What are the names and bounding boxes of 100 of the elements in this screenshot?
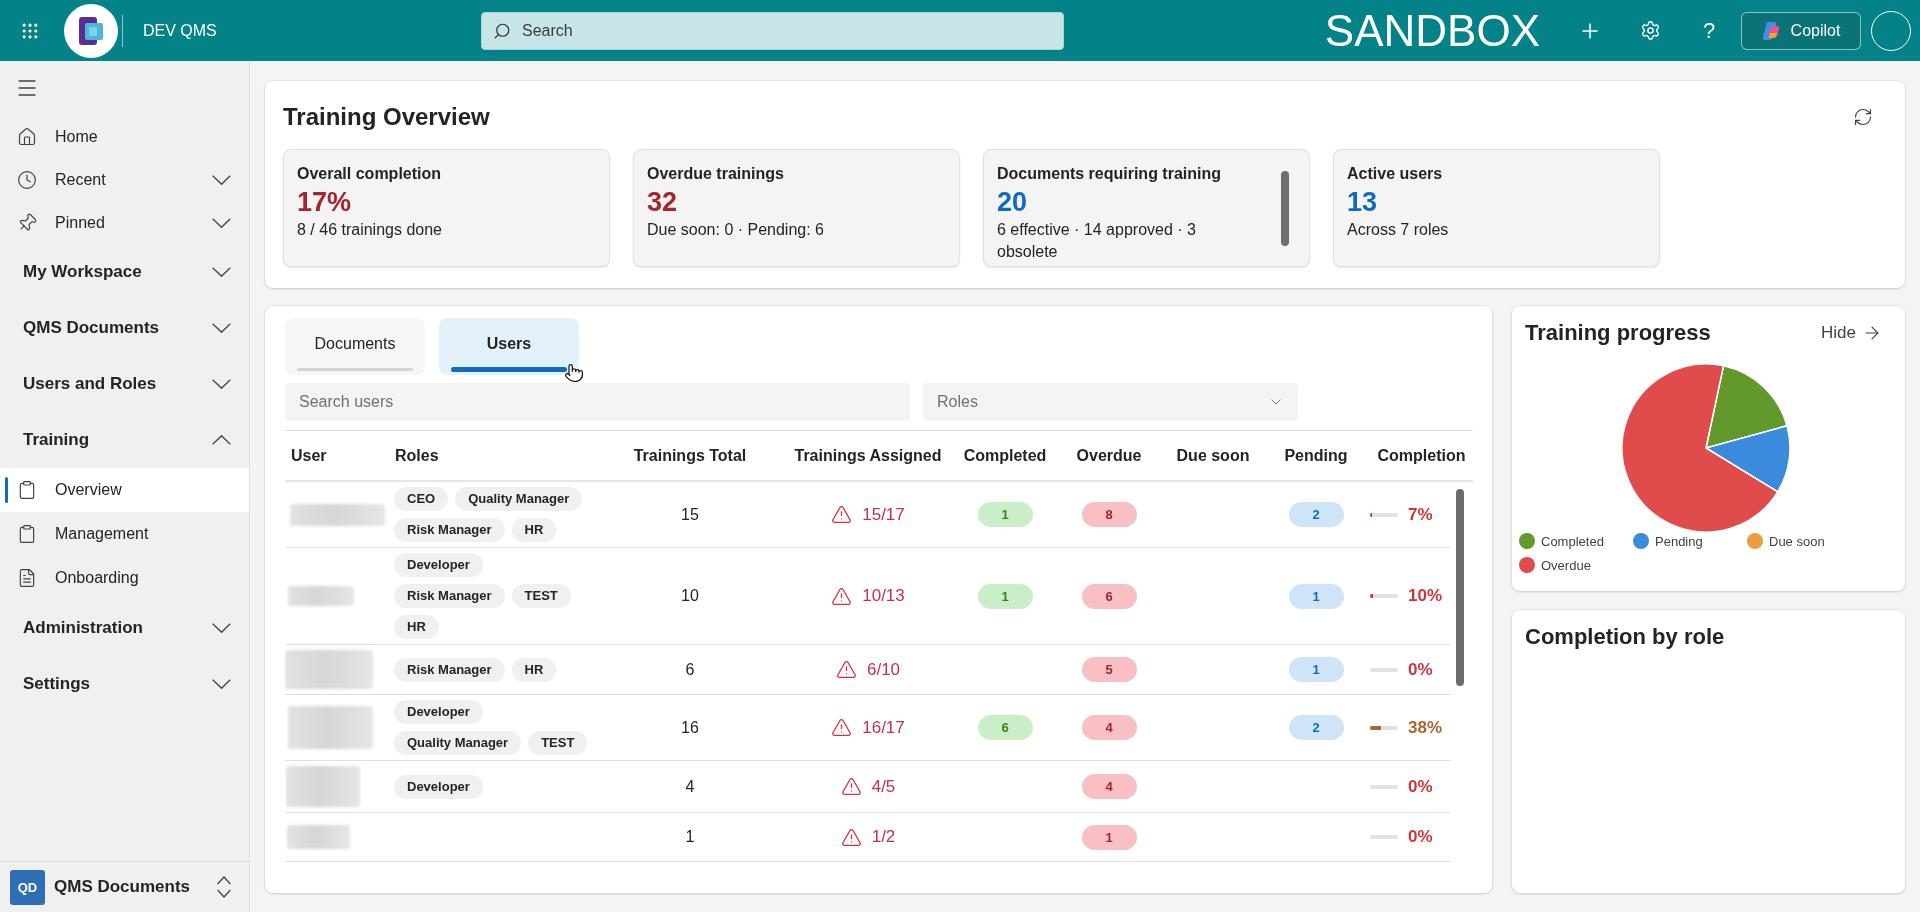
nav-item[interactable]: Onboarding [0, 556, 249, 600]
completed-count: 1 [977, 583, 1033, 609]
app-name: DEV QMS [143, 21, 217, 40]
role-tag: HR [511, 518, 557, 542]
trainings-total: 4 [685, 777, 695, 796]
legend-label: Overdue [1541, 557, 1591, 573]
role-tag: Developer [394, 774, 483, 799]
stat-value: 13 [1347, 186, 1378, 219]
trainings-total: 15 [681, 505, 699, 524]
overdue-count: 4 [1081, 715, 1137, 740]
clipboard-icon [17, 480, 37, 500]
trainings-assigned: 16/17 [862, 717, 905, 738]
copilot-button[interactable]: Copilot [1741, 11, 1861, 50]
refresh-icon [1853, 107, 1873, 127]
column-header: Roles [395, 446, 439, 465]
role-tag: CEO [394, 487, 449, 511]
search-field[interactable]: Search users [285, 383, 910, 421]
column-header: Trainings Total [633, 446, 747, 465]
settings-icon [1639, 20, 1661, 41]
completion-percent: 0% [1408, 659, 1433, 680]
overdue-count: 4 [1081, 774, 1137, 799]
overdue-count: 8 [1081, 502, 1137, 527]
roles-dropdown[interactable]: Roles [923, 383, 1298, 421]
stat-detail: Across 7 roles [1347, 220, 1449, 240]
role-tag: Developer [394, 553, 483, 577]
workspace-switcher[interactable]: QD QMS Documents [0, 861, 249, 912]
nav-item[interactable]: Pinned [0, 201, 249, 244]
nav-section[interactable]: My Workspace [0, 244, 249, 300]
nav-item[interactable]: Management [0, 512, 249, 556]
tab[interactable]: Users [439, 318, 579, 375]
hide-button[interactable]: Hide [1821, 323, 1882, 343]
role-tag: Developer [394, 700, 483, 724]
page-title: Training Overview [283, 102, 490, 132]
legend-label: Completed [1541, 533, 1604, 549]
nav-section[interactable]: Administration [0, 600, 249, 656]
role-tag: HR [394, 615, 439, 639]
environment-label: SANDBOX [1324, 8, 1540, 53]
stat-label: Active users [1347, 164, 1443, 184]
role-tag: Risk Manager [394, 584, 505, 608]
trainings-total: 16 [681, 718, 699, 737]
legend-label: Pending [1655, 533, 1703, 549]
card-title: Training progress [1525, 319, 1711, 347]
search-field[interactable]: Search [481, 11, 1064, 50]
card-title: Completion by role [1525, 623, 1725, 651]
document-icon [17, 568, 37, 588]
nav-item[interactable]: Home [0, 115, 249, 158]
nav-item[interactable]: Recent [0, 158, 249, 201]
trainings-assigned: 15/17 [862, 504, 905, 525]
clipboard-icon [17, 524, 37, 544]
completed-count: 1 [977, 502, 1033, 527]
trainings-total: 6 [685, 660, 695, 679]
nav-section[interactable]: QMS Documents [0, 300, 249, 356]
stat-detail: Due soon: 0 · Pending: 6 [647, 220, 824, 240]
column-header: Due soon [1176, 446, 1250, 465]
nav-section[interactable]: Training [0, 412, 249, 468]
completion-percent: 38% [1408, 717, 1443, 738]
trainings-assigned: 1/2 [871, 827, 896, 847]
scrollbar-thumb[interactable] [1456, 489, 1464, 686]
role-tag: Quality Manager [394, 731, 522, 755]
completion-percent: 7% [1408, 504, 1433, 525]
column-header: Pending [1284, 446, 1348, 465]
help-button[interactable]: ? [1689, 10, 1729, 51]
stat-value: 20 [997, 186, 1028, 219]
trainings-total: 10 [681, 587, 699, 605]
column-header: Completed [963, 446, 1047, 465]
nav-item[interactable]: Overview [0, 468, 249, 512]
trainings-total: 1 [685, 828, 695, 846]
completion-percent: 0% [1408, 776, 1433, 797]
blurred-name [287, 825, 350, 849]
nav-section[interactable]: Users and Roles [0, 356, 249, 412]
scrollbar-thumb[interactable] [1281, 171, 1289, 246]
hand-cursor-icon [564, 362, 584, 384]
stat-detail: 6 effective · 14 approved · 3 obsolete [997, 220, 1197, 262]
pending-count: 2 [1288, 502, 1344, 527]
progress-track [1370, 667, 1398, 672]
completion-percent: 0% [1408, 827, 1433, 847]
column-header: User [291, 446, 327, 465]
stat-label: Overall completion [297, 164, 442, 184]
role-tag: HR [511, 657, 557, 682]
progress-track [1370, 784, 1398, 789]
trainings-assigned: 4/5 [871, 776, 896, 797]
completion-percent: 10% [1408, 586, 1443, 606]
pending-count: 1 [1288, 583, 1344, 609]
home-icon [17, 126, 37, 147]
blurred-name [288, 586, 354, 606]
nav-section[interactable]: Settings [0, 656, 249, 712]
column-header: Overdue [1076, 446, 1142, 465]
stat-value: 32 [647, 186, 678, 219]
tab[interactable]: Documents [285, 318, 425, 375]
overdue-count: 1 [1081, 824, 1137, 850]
role-tag: Quality Manager [455, 487, 583, 511]
overdue-count: 5 [1081, 657, 1137, 682]
role-tag: TEST [528, 731, 588, 755]
stat-label: Documents requiring training [997, 164, 1221, 184]
role-tag: Risk Manager [394, 657, 505, 682]
trainings-assigned: 6/10 [866, 659, 901, 680]
pending-count: 2 [1288, 715, 1344, 740]
chevron-up-down-icon [217, 876, 231, 898]
stat-value: 17% [297, 186, 352, 219]
stat-detail: 8 / 46 trainings done [297, 220, 442, 240]
